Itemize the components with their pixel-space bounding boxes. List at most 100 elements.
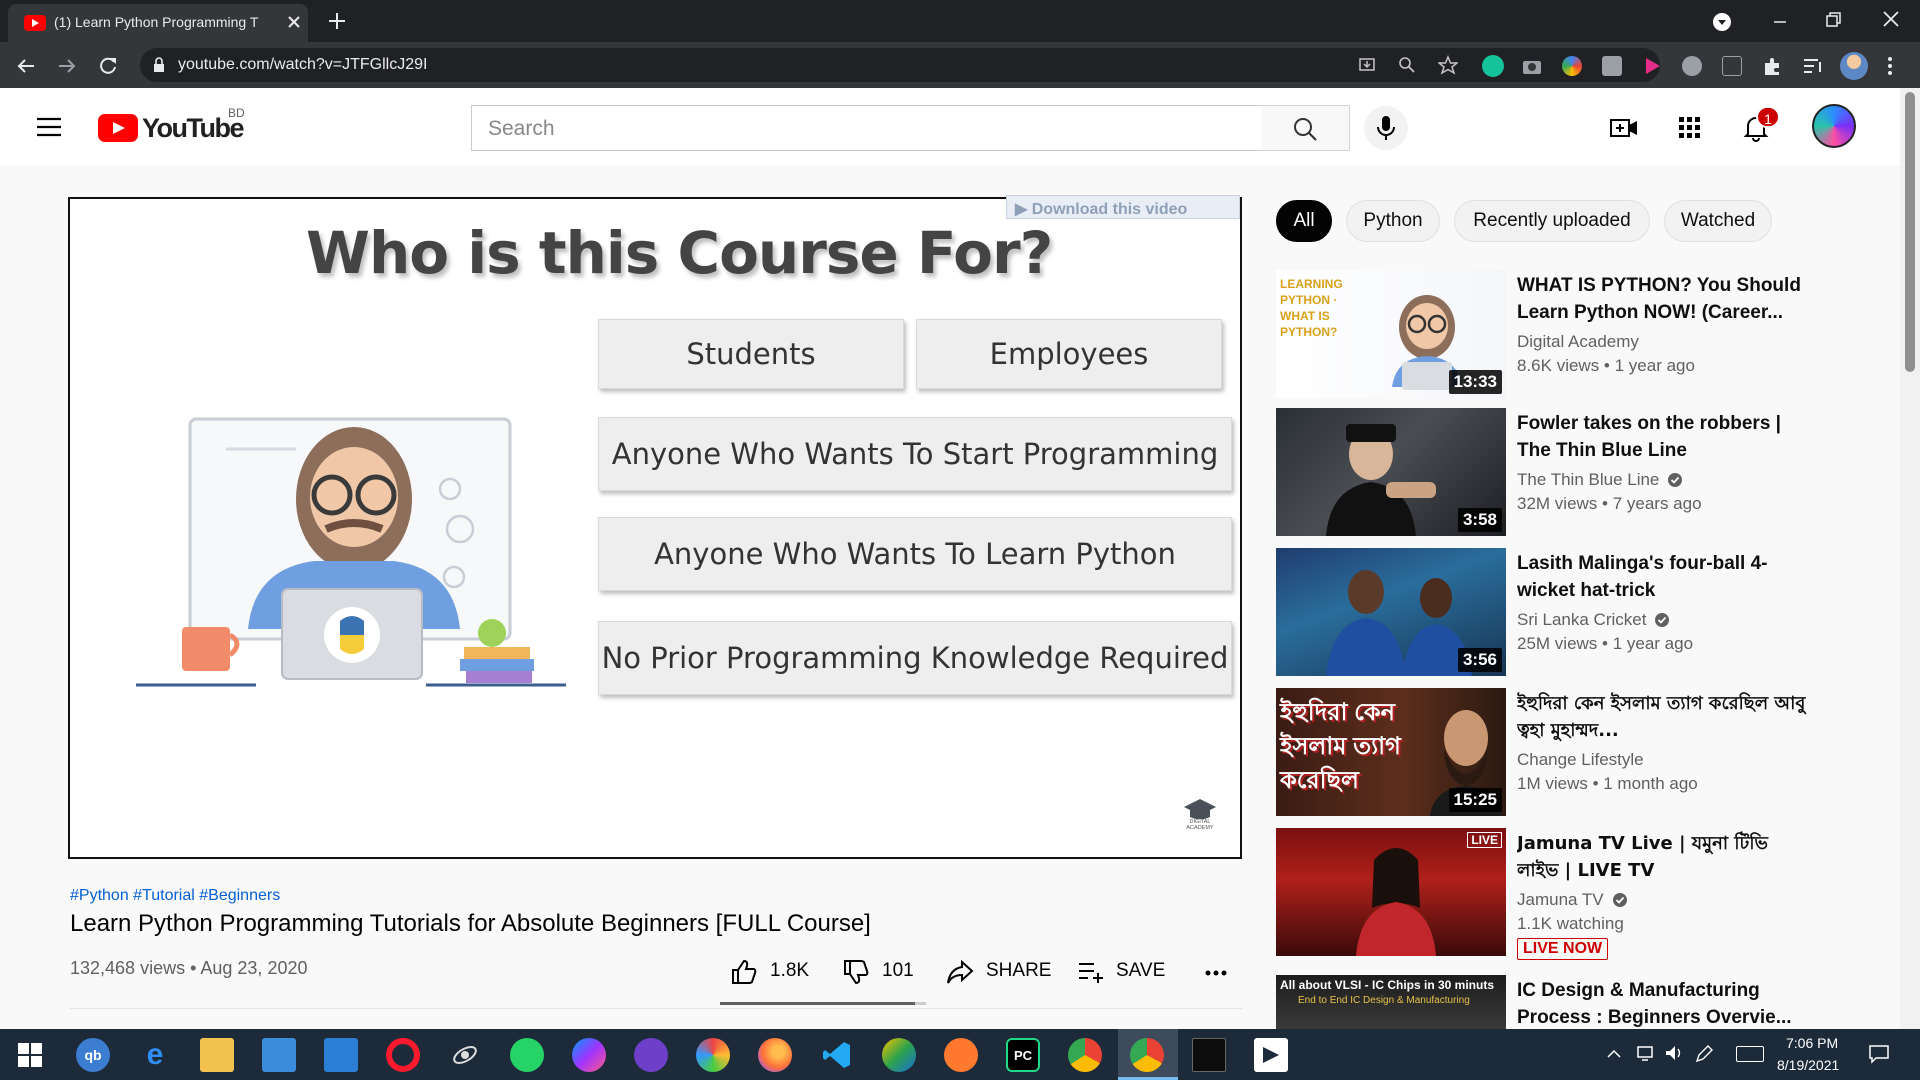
recommendation-card[interactable]: 3:58 Fowler takes on the robbers | The T…: [1276, 408, 1796, 538]
chrome-icon[interactable]: [1068, 1038, 1102, 1072]
restore-icon[interactable]: [1823, 10, 1843, 30]
youtube-logo[interactable]: YouTube BD: [98, 106, 258, 144]
window-close-icon[interactable]: [1880, 8, 1902, 30]
page-scrollbar[interactable]: [1900, 88, 1920, 1029]
tab-close-icon[interactable]: [284, 12, 304, 32]
channel-name[interactable]: Change Lifestyle: [1517, 750, 1644, 770]
grammarly-extension-icon[interactable]: [1482, 55, 1504, 77]
reading-list-icon[interactable]: [1802, 56, 1824, 76]
vscode-icon[interactable]: [820, 1038, 854, 1072]
video-thumbnail[interactable]: 3:58: [1276, 408, 1506, 536]
install-app-icon[interactable]: [1358, 56, 1376, 74]
qbittorrent-icon[interactable]: qb: [76, 1038, 110, 1072]
address-bar[interactable]: youtube.com/watch?v=JTFGllcJ29I: [140, 48, 1660, 82]
channel-name[interactable]: Jamuna TV: [1517, 890, 1628, 910]
chip-watched[interactable]: Watched: [1664, 200, 1772, 242]
app-logo-icon[interactable]: [1254, 1038, 1288, 1072]
share-button[interactable]: SHARE: [946, 955, 1056, 989]
chrome-menu-icon[interactable]: [1886, 54, 1894, 78]
puzzle-tile-extension-icon[interactable]: [1602, 56, 1622, 76]
video-thumbnail[interactable]: LEARNING PYTHON · WHAT IS PYTHON? 13:33: [1276, 270, 1506, 398]
terminal-extension-icon[interactable]: [1722, 56, 1742, 76]
create-video-icon[interactable]: [1610, 116, 1638, 140]
profile-avatar-icon[interactable]: [1840, 52, 1868, 80]
chip-all[interactable]: All: [1276, 200, 1332, 242]
video-thumbnail[interactable]: 3:56: [1276, 548, 1506, 676]
chart-app-icon[interactable]: [882, 1038, 916, 1072]
chip-recently-uploaded[interactable]: Recently uploaded: [1454, 200, 1650, 242]
bookmark-star-icon[interactable]: [1438, 55, 1458, 75]
keyboard-icon[interactable]: [1736, 1046, 1764, 1062]
pycharm-icon[interactable]: PC: [1006, 1038, 1040, 1072]
windows-start-icon[interactable]: [18, 1043, 42, 1067]
clock-date[interactable]: 8/19/2021: [1777, 1057, 1839, 1073]
recommendation-card[interactable]: All about VLSI - IC Chips in 30 minuts E…: [1276, 975, 1796, 1029]
network-icon[interactable]: [1636, 1044, 1656, 1062]
satellite-app-icon[interactable]: [448, 1038, 482, 1072]
video-title[interactable]: Lasith Malinga's four-ball 4-wicket hat-…: [1517, 550, 1807, 604]
video-hashtags[interactable]: #Python #Tutorial #Beginners: [70, 887, 280, 905]
pen-icon[interactable]: [1694, 1044, 1714, 1064]
colorful-app-icon[interactable]: [696, 1038, 730, 1072]
clock-time[interactable]: 7:06 PM: [1786, 1035, 1838, 1051]
video-title[interactable]: WHAT IS PYTHON? You Should Learn Python …: [1517, 272, 1807, 326]
forward-icon[interactable]: [55, 54, 79, 78]
mail-icon[interactable]: [324, 1038, 358, 1072]
whatsapp-icon[interactable]: [510, 1038, 544, 1072]
recommendation-card[interactable]: LIVE Jamuna TV Live | যমুনা টিভি লাইভ | …: [1276, 828, 1796, 968]
chrome-profile-icon[interactable]: [1130, 1038, 1164, 1072]
video-thumbnail[interactable]: LIVE: [1276, 828, 1506, 956]
terminal-icon[interactable]: [1192, 1038, 1226, 1072]
more-actions-icon[interactable]: [1204, 964, 1228, 982]
browser-tab[interactable]: (1) Learn Python Programming T: [8, 4, 308, 42]
reload-icon[interactable]: [96, 54, 120, 78]
channel-name[interactable]: The Thin Blue Line: [1517, 470, 1683, 490]
channel-name-text: Change Lifestyle: [1517, 750, 1644, 769]
recommendation-card[interactable]: LEARNING PYTHON · WHAT IS PYTHON? 13:33 …: [1276, 270, 1801, 400]
github-icon[interactable]: [634, 1038, 668, 1072]
hamburger-menu-icon[interactable]: [36, 116, 62, 138]
volume-icon[interactable]: [1664, 1044, 1684, 1062]
search-input[interactable]: Search: [471, 105, 1263, 151]
video-thumbnail[interactable]: All about VLSI - IC Chips in 30 minuts E…: [1276, 975, 1506, 1029]
microsoft-store-icon[interactable]: [262, 1038, 296, 1072]
zoom-icon[interactable]: [1398, 56, 1416, 74]
opera-icon[interactable]: [386, 1038, 420, 1072]
edge-legacy-icon[interactable]: e: [138, 1038, 172, 1072]
channel-name[interactable]: Sri Lanka Cricket: [1517, 610, 1670, 630]
microphone-icon[interactable]: [1364, 106, 1408, 150]
camera-extension-icon[interactable]: [1522, 57, 1542, 75]
video-thumbnail[interactable]: ইহুদিরা কেন ইসলাম ত্যাগ করেছিল 15:25: [1276, 688, 1506, 816]
dislike-button[interactable]: 101: [842, 955, 942, 989]
chip-python[interactable]: Python: [1346, 200, 1440, 242]
back-icon[interactable]: [14, 54, 38, 78]
recommendation-card[interactable]: ইহুদিরা কেন ইসলাম ত্যাগ করেছিল 15:25 ইহু…: [1276, 688, 1805, 818]
video-player[interactable]: ▶ Download this video Who is this Course…: [68, 195, 1242, 859]
video-title[interactable]: ইহুদিরা কেন ইসলাম ত্যাগ করেছিল আবু ত্বহা…: [1517, 690, 1807, 744]
account-avatar[interactable]: [1812, 104, 1856, 148]
minimize-icon[interactable]: [1770, 12, 1790, 32]
video-title[interactable]: Fowler takes on the robbers | The Thin B…: [1517, 410, 1807, 464]
download-video-overlay[interactable]: ▶ Download this video: [1006, 195, 1240, 219]
messenger-icon[interactable]: [572, 1038, 606, 1072]
video-title[interactable]: IC Design & Manufacturing Process : Begi…: [1517, 977, 1796, 1029]
like-button[interactable]: 1.8K: [730, 955, 840, 989]
scrollbar-thumb[interactable]: [1905, 92, 1915, 372]
tray-chevron-icon[interactable]: [1606, 1046, 1622, 1062]
feather-app-icon[interactable]: [944, 1038, 978, 1072]
extensions-puzzle-icon[interactable]: [1762, 55, 1784, 77]
save-button[interactable]: SAVE: [1078, 955, 1178, 989]
recommendation-card[interactable]: 3:56 Lasith Malinga's four-ball 4-wicket…: [1276, 548, 1796, 678]
firefox-icon[interactable]: [758, 1038, 792, 1072]
tab-search-icon[interactable]: [1712, 12, 1732, 32]
search-button[interactable]: [1262, 105, 1350, 151]
colorful-extension-icon[interactable]: [1562, 56, 1582, 76]
file-explorer-icon[interactable]: [200, 1038, 234, 1072]
new-tab-icon[interactable]: [326, 10, 348, 32]
download-extension-icon[interactable]: [1682, 56, 1702, 76]
video-title[interactable]: Jamuna TV Live | যমুনা টিভি লাইভ | LIVE …: [1517, 830, 1807, 884]
play-extension-icon[interactable]: [1642, 56, 1662, 76]
channel-name[interactable]: Digital Academy: [1517, 332, 1639, 352]
apps-grid-icon[interactable]: [1678, 116, 1702, 140]
notification-center-icon[interactable]: [1868, 1044, 1890, 1064]
